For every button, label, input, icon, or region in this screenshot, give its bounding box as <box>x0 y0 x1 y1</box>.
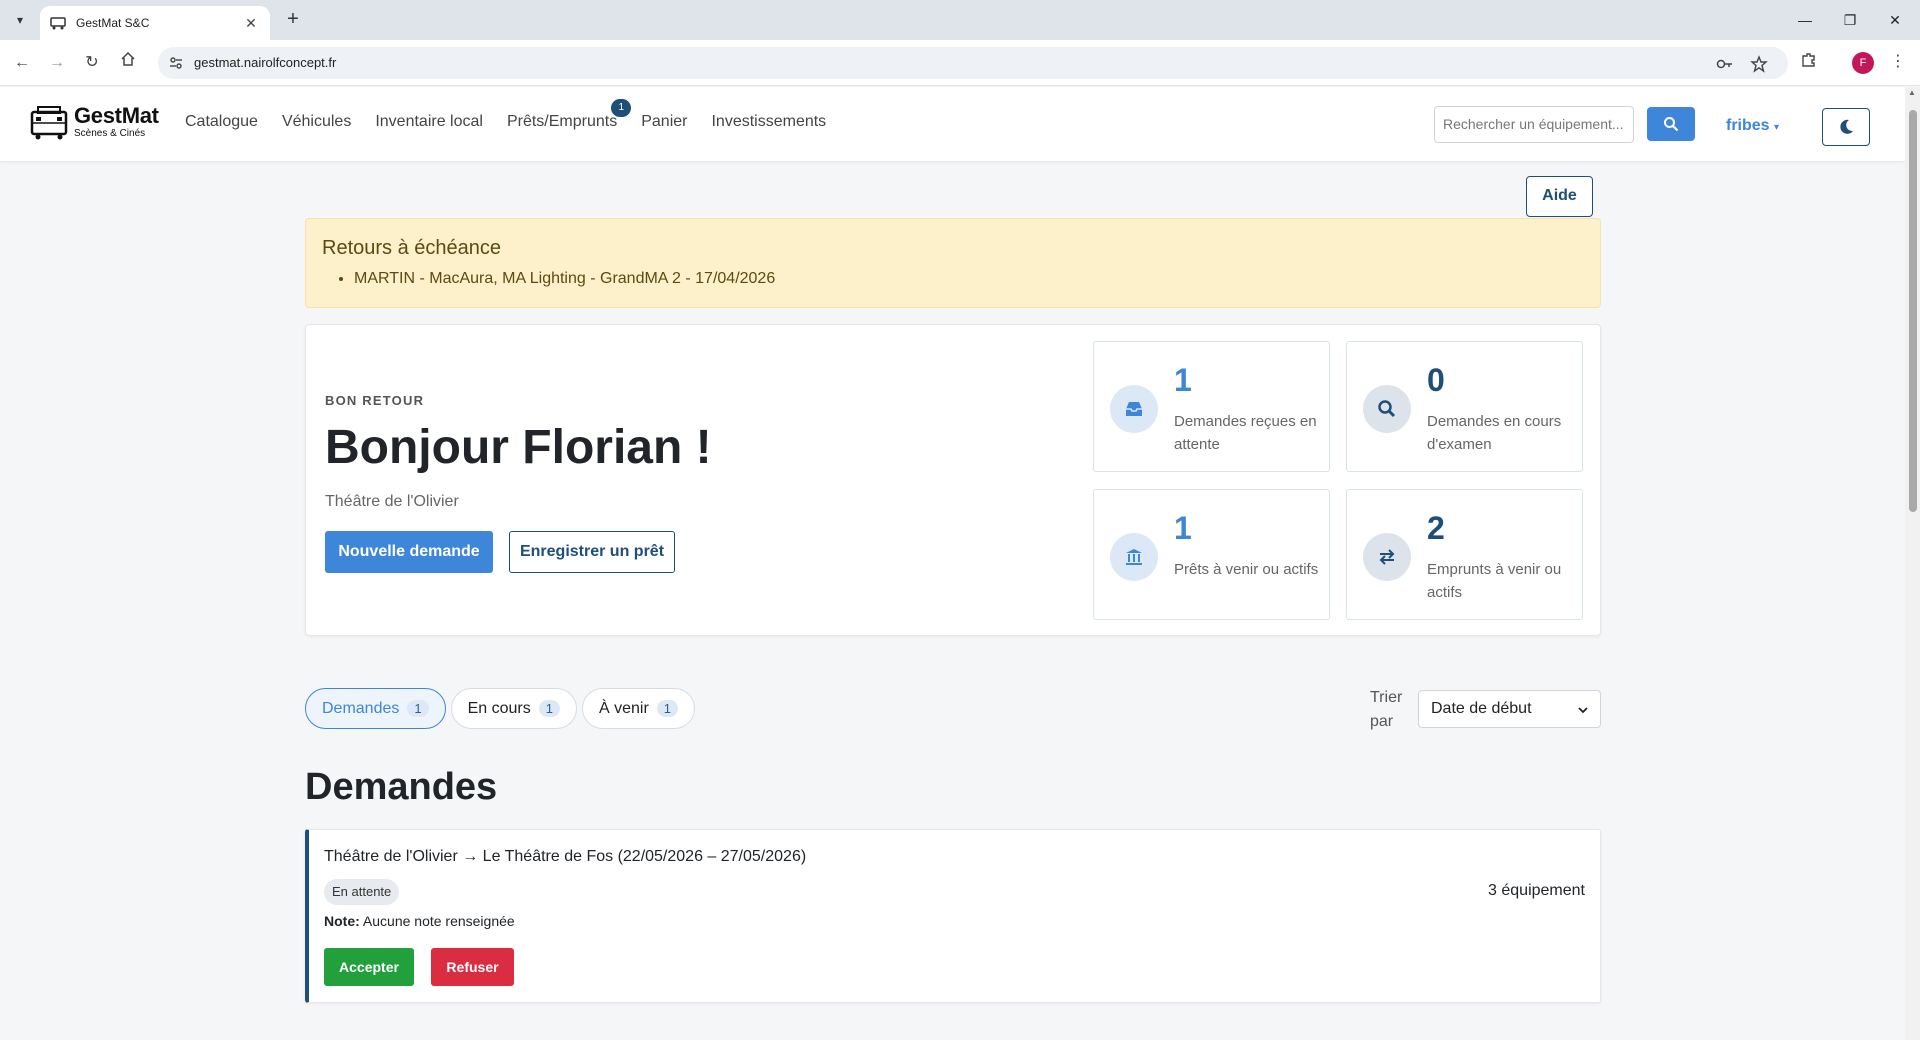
main-nav: Catalogue Véhicules Inventaire local Prê… <box>185 99 850 131</box>
chevron-down-icon <box>1578 707 1588 714</box>
alert-title: Retours à échéance <box>322 237 502 259</box>
tab-demandes[interactable]: Demandes 1 <box>305 688 446 729</box>
nav-vehicules[interactable]: Véhicules <box>282 113 351 131</box>
organization-name: Théâtre de l'Olivier <box>325 493 459 510</box>
back-icon[interactable]: ← <box>10 51 34 75</box>
restore-icon[interactable]: ❐ <box>1835 8 1865 32</box>
forward-icon[interactable]: → <box>45 51 69 75</box>
flight-case-logo-icon <box>30 106 68 140</box>
stat-received-requests[interactable]: 1 Demandes reçues en attente <box>1093 341 1330 472</box>
stat-label: Demandes en cours d'examen <box>1427 413 1562 453</box>
stat-value: 2 <box>1427 510 1445 546</box>
request-filter-tabs: Demandes 1 En cours 1 À venir 1 <box>305 688 700 729</box>
inbox-icon <box>1110 385 1158 433</box>
address-bar[interactable]: gestmat.nairolfconcept.fr <box>158 47 1788 79</box>
user-caret-icon: ▾ <box>1774 122 1780 133</box>
sort-selected-value: Date de début <box>1431 700 1532 717</box>
note-label: Note: <box>324 913 360 929</box>
stat-label: Prêts à venir ou actifs <box>1174 561 1319 578</box>
tab-search-chevron-icon[interactable]: ▾ <box>10 10 30 30</box>
tab-count: 1 <box>407 700 429 717</box>
stat-value: 1 <box>1174 510 1192 546</box>
search-icon <box>1363 385 1411 433</box>
due-returns-list: MARTIN - MacAura, MA Lighting - GrandMA … <box>322 270 1584 288</box>
minimize-icon[interactable]: — <box>1790 8 1820 32</box>
password-key-icon[interactable] <box>1716 55 1734 73</box>
tab-count: 1 <box>656 700 679 717</box>
app-logo[interactable]: GestMat Scènes & Cinés <box>30 104 159 140</box>
sort-select[interactable]: Date de début <box>1418 690 1601 728</box>
search-icon <box>1664 117 1679 132</box>
scrollbar-thumb[interactable] <box>1909 110 1917 512</box>
logo-title: GestMat <box>74 103 159 128</box>
stat-label: Demandes reçues en attente <box>1174 413 1317 453</box>
moon-icon <box>1840 119 1853 134</box>
extensions-icon[interactable] <box>1800 51 1818 74</box>
bookmark-star-icon[interactable] <box>1750 55 1768 73</box>
request-note: Note: Aucune note renseignée <box>324 913 515 929</box>
status-badge: En attente <box>324 879 400 905</box>
equipment-search-input[interactable]: Rechercher un équipement... <box>1434 106 1634 143</box>
nav-investissements[interactable]: Investissements <box>711 113 826 131</box>
tab-close-icon[interactable]: ✕ <box>242 15 260 32</box>
stat-label: Emprunts à venir ou actifs <box>1427 561 1562 601</box>
stat-requests-under-review[interactable]: 0 Demandes en cours d'examen <box>1346 341 1583 472</box>
app-navbar: GestMat Scènes & Cinés Catalogue Véhicul… <box>0 87 1905 161</box>
browser-tab[interactable]: GestMat S&C ✕ <box>40 6 270 40</box>
user-menu[interactable]: fribes ▾ <box>1726 117 1779 135</box>
welcome-title: Bonjour Florian ! <box>325 421 712 474</box>
site-info-icon[interactable] <box>168 55 184 71</box>
section-title: Demandes <box>305 766 498 808</box>
new-tab-icon[interactable]: + <box>282 9 304 31</box>
stat-upcoming-loans[interactable]: 1 Prêts à venir ou actifs <box>1093 489 1330 620</box>
help-button[interactable]: Aide <box>1526 176 1593 217</box>
accept-button[interactable]: Accepter <box>324 948 414 986</box>
request-route: Théâtre de l'Olivier → Le Théâtre de Fos… <box>324 848 807 865</box>
request-card: Théâtre de l'Olivier → Le Théâtre de Fos… <box>305 829 1601 1003</box>
tab-title: GestMat S&C <box>76 16 150 30</box>
welcome-card: BON RETOUR Bonjour Florian ! Théâtre de … <box>305 324 1601 636</box>
nav-prets-emprunts[interactable]: Prêts/Emprunts 1 <box>506 99 632 131</box>
stat-value: 1 <box>1174 362 1192 398</box>
refuse-button[interactable]: Refuser <box>431 948 514 986</box>
sort-label: Trier par <box>1370 689 1403 730</box>
dark-mode-toggle[interactable] <box>1822 108 1870 146</box>
exchange-icon <box>1363 533 1411 581</box>
logo-subtitle: Scènes & Cinés <box>74 128 146 139</box>
reload-icon[interactable]: ↻ <box>80 51 104 75</box>
stat-upcoming-borrowings[interactable]: 2 Emprunts à venir ou actifs <box>1346 489 1583 620</box>
new-request-button[interactable]: Nouvelle demande <box>325 531 493 573</box>
nav-panier[interactable]: Panier <box>641 113 687 131</box>
browser-menu-icon[interactable]: ⋮ <box>1890 51 1906 71</box>
tab-en-cours[interactable]: En cours 1 <box>450 688 577 729</box>
due-returns-alert: Retours à échéance MARTIN - MacAura, MA … <box>305 218 1601 308</box>
tab-count: 1 <box>538 700 560 717</box>
user-name: fribes <box>1726 117 1770 134</box>
search-button[interactable] <box>1647 107 1695 141</box>
home-icon[interactable] <box>116 51 140 75</box>
nav-inventaire-local[interactable]: Inventaire local <box>375 113 483 131</box>
due-return-item: MARTIN - MacAura, MA Lighting - GrandMA … <box>354 270 1584 288</box>
tab-label: En cours <box>467 699 531 717</box>
browser-tabbar: ▾ GestMat S&C ✕ + — ❐ ✕ <box>0 0 1920 40</box>
bank-icon <box>1110 533 1158 581</box>
loans-notification-badge: 1 <box>611 99 632 117</box>
register-loan-button[interactable]: Enregistrer un prêt <box>509 531 675 573</box>
scroll-up-icon[interactable]: ▲ <box>1908 88 1916 97</box>
note-value: Aucune note renseignée <box>362 913 515 929</box>
nav-catalogue[interactable]: Catalogue <box>185 113 258 131</box>
equipment-count: 3 équipement <box>1488 882 1585 899</box>
tab-a-venir[interactable]: À venir 1 <box>581 688 696 729</box>
tab-label: À venir <box>598 699 649 717</box>
stat-value: 0 <box>1427 362 1445 398</box>
browser-toolbar: ← → ↻ gestmat.nairolfconcept.fr <box>0 40 1920 86</box>
tab-label: Demandes <box>322 699 400 717</box>
welcome-kicker: BON RETOUR <box>325 393 425 408</box>
profile-avatar[interactable]: F <box>1852 52 1874 74</box>
truck-favicon-icon <box>50 15 66 31</box>
window-close-icon[interactable]: ✕ <box>1880 8 1910 32</box>
url-text: gestmat.nairolfconcept.fr <box>194 55 337 70</box>
nav-prets-emprunts-label: Prêts/Emprunts <box>506 113 618 130</box>
